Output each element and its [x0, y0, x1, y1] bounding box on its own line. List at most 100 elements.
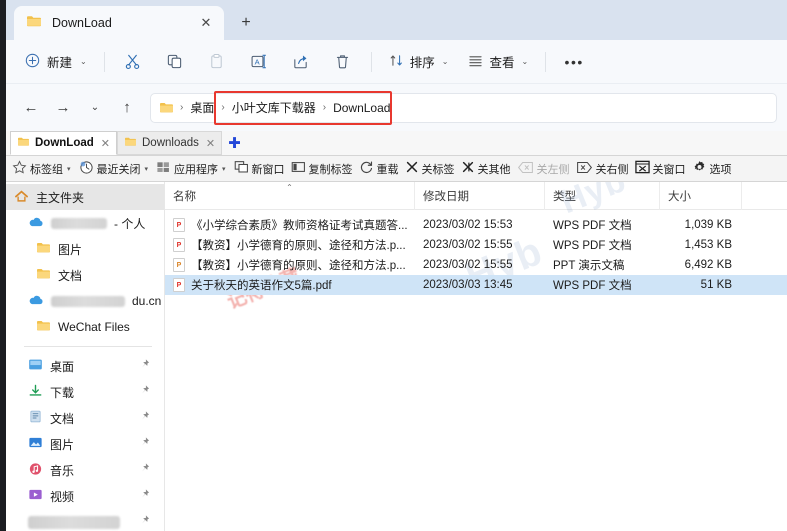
- sidebar-item-videos[interactable]: 视频: [6, 483, 164, 509]
- close-others-icon: [461, 160, 475, 177]
- sidebar-item-onedrive-personal[interactable]: - 个人: [6, 210, 164, 236]
- column-header-date[interactable]: 修改日期: [415, 182, 545, 210]
- breadcrumb-item-desktop[interactable]: 桌面: [187, 97, 217, 118]
- reload-button[interactable]: 重载: [356, 158, 402, 180]
- recently-closed-label: 最近关闭: [96, 163, 141, 176]
- options-button[interactable]: 选项: [689, 158, 735, 180]
- view-button[interactable]: 查看 ⌄: [459, 46, 537, 77]
- recently-closed-button[interactable]: 最近关闭 ▾: [76, 158, 154, 180]
- file-list-pane[interactable]: ⌃ 名称 修改日期 类型 大小 Hyb Hyb 记得收藏: [165, 182, 787, 531]
- pin-icon[interactable]: [139, 515, 150, 530]
- window-tab-download[interactable]: DownLoad ✕: [14, 6, 224, 40]
- qttab-add-tab-button[interactable]: ✚: [222, 131, 247, 155]
- column-header-type[interactable]: 类型: [545, 182, 660, 210]
- cloud-icon: [28, 216, 44, 231]
- copy-icon[interactable]: [155, 46, 195, 78]
- new-button[interactable]: 新建 ⌄: [16, 46, 96, 77]
- column-header-name[interactable]: ⌃ 名称: [165, 182, 415, 210]
- tab-groups-button[interactable]: 标签组 ▾: [9, 158, 76, 180]
- applications-label: 应用程序: [174, 163, 219, 176]
- chevron-down-icon[interactable]: ▾: [67, 165, 71, 173]
- file-rows: P 《小学综合素质》教师资格证考试真题答... 2023/03/02 15:53…: [165, 210, 787, 295]
- close-window-icon: [634, 160, 650, 177]
- close-right-button[interactable]: 关右侧: [573, 158, 632, 180]
- sidebar-item-redacted[interactable]: [6, 509, 164, 531]
- qttab-downloads[interactable]: Downloads ✕: [117, 131, 223, 155]
- sidebar-item-downloads[interactable]: 下载: [6, 379, 164, 405]
- table-row[interactable]: P 《小学综合素质》教师资格证考试真题答... 2023/03/02 15:53…: [165, 215, 787, 235]
- up-button[interactable]: ↑: [112, 93, 142, 123]
- share-icon[interactable]: [281, 46, 321, 78]
- pin-icon[interactable]: [139, 463, 150, 478]
- close-others-button[interactable]: 关其他: [458, 158, 514, 180]
- sidebar-item-desktop[interactable]: 桌面: [6, 353, 164, 379]
- navigation-pane[interactable]: 主文件夹 - 个人 图片 文档 du.cn WeChat Files 桌面 下载…: [6, 182, 165, 531]
- back-button[interactable]: ←: [16, 93, 46, 123]
- close-window-label: 关窗口: [652, 163, 686, 176]
- recent-locations-button[interactable]: ⌄: [80, 93, 110, 123]
- qttab-command-strip: 标签组 ▾ 最近关闭 ▾ 应用程序 ▾ 新窗口 复制标签 重载 关标签 关其他 …: [6, 156, 787, 182]
- pin-icon[interactable]: [139, 359, 150, 374]
- sidebar-item-documents-cloud[interactable]: 文档: [6, 262, 164, 288]
- forward-button[interactable]: →: [48, 93, 78, 123]
- breadcrumb-item-download[interactable]: DownLoad: [330, 99, 393, 117]
- sidebar-item-pictures-cloud[interactable]: 图片: [6, 236, 164, 262]
- close-window-button[interactable]: 关窗口: [632, 158, 689, 180]
- folder-icon: [26, 14, 42, 33]
- sidebar-item-music[interactable]: 音乐: [6, 457, 164, 483]
- clone-tab-button[interactable]: 复制标签: [288, 158, 356, 180]
- desktop-icon: [28, 358, 43, 374]
- sidebar-item-pictures[interactable]: 图片: [6, 431, 164, 457]
- file-explorer-window: DownLoad ✕ + 新建 ⌄ A 排序 ⌄ 查看 ⌄ ••• ← → ⌄ …: [0, 0, 787, 531]
- delete-icon[interactable]: [323, 46, 363, 78]
- sort-button[interactable]: 排序 ⌄: [380, 46, 458, 77]
- sidebar-item-label: 下载: [50, 385, 75, 400]
- pin-icon[interactable]: [139, 489, 150, 504]
- qttab-download[interactable]: DownLoad ✕: [10, 131, 117, 155]
- chevron-down-icon[interactable]: ▾: [145, 165, 149, 173]
- cut-icon[interactable]: [113, 46, 153, 78]
- address-breadcrumb-bar[interactable]: › 桌面 › 小叶文库下载器 › DownLoad: [150, 92, 777, 123]
- new-tab-button[interactable]: +: [232, 9, 260, 37]
- rename-icon[interactable]: A: [239, 46, 279, 78]
- sidebar-item-wechat-files[interactable]: WeChat Files: [6, 314, 164, 340]
- file-name-cell[interactable]: P 关于秋天的英语作文5篇.pdf: [165, 277, 415, 293]
- table-row[interactable]: P 【教资】小学德育的原则、途径和方法.p... 2023/03/02 15:5…: [165, 255, 787, 275]
- close-tab-button[interactable]: 关标签: [402, 158, 458, 180]
- sidebar-item-documents[interactable]: 文档: [6, 405, 164, 431]
- file-name-cell[interactable]: P 【教资】小学德育的原则、途径和方法.p...: [165, 257, 415, 273]
- column-header-label: 名称: [173, 190, 196, 203]
- applications-button[interactable]: 应用程序 ▾: [153, 158, 231, 180]
- folder-icon: [36, 241, 51, 257]
- table-row[interactable]: P 关于秋天的英语作文5篇.pdf 2023/03/03 13:45 WPS P…: [165, 275, 787, 295]
- pin-icon[interactable]: [139, 385, 150, 400]
- pdf-file-icon: P: [173, 278, 185, 292]
- table-row[interactable]: P 【教资】小学德育的原则、途径和方法.p... 2023/03/02 15:5…: [165, 235, 787, 255]
- file-date-cell: 2023/03/02 15:55: [423, 239, 513, 251]
- close-icon[interactable]: ✕: [101, 137, 110, 150]
- sidebar-item-label: du.cn: [132, 294, 162, 308]
- close-icon[interactable]: ✕: [206, 137, 215, 150]
- sidebar-item-baidu-netdisk[interactable]: du.cn: [6, 288, 164, 314]
- close-tab-label: 关标签: [421, 163, 455, 176]
- column-header-size[interactable]: 大小: [660, 182, 742, 210]
- close-x-icon: [405, 160, 419, 177]
- file-name-cell[interactable]: P 《小学综合素质》教师资格证考试真题答...: [165, 217, 415, 233]
- column-header-label: 类型: [553, 190, 576, 203]
- desktop-edge-strip: [0, 0, 6, 531]
- pin-icon[interactable]: [139, 411, 150, 426]
- file-name-cell[interactable]: P 【教资】小学德育的原则、途径和方法.p...: [165, 237, 415, 253]
- redacted-text: [28, 515, 120, 529]
- pin-icon[interactable]: [139, 437, 150, 452]
- chevron-down-icon[interactable]: ▾: [222, 165, 226, 173]
- breadcrumb-item-downloader[interactable]: 小叶文库下载器: [229, 97, 319, 118]
- sidebar-item-home[interactable]: 主文件夹: [6, 184, 164, 210]
- sidebar-item-label: - 个人: [114, 216, 146, 231]
- file-size-cell: 51 KB: [700, 279, 732, 291]
- pdf-file-icon: P: [173, 238, 185, 252]
- close-icon[interactable]: ✕: [196, 13, 216, 33]
- column-header-label: 大小: [668, 190, 691, 203]
- more-options-button[interactable]: •••: [554, 46, 594, 78]
- file-name-label: 【教资】小学德育的原则、途径和方法.p...: [191, 260, 406, 272]
- new-window-button[interactable]: 新窗口: [231, 158, 288, 180]
